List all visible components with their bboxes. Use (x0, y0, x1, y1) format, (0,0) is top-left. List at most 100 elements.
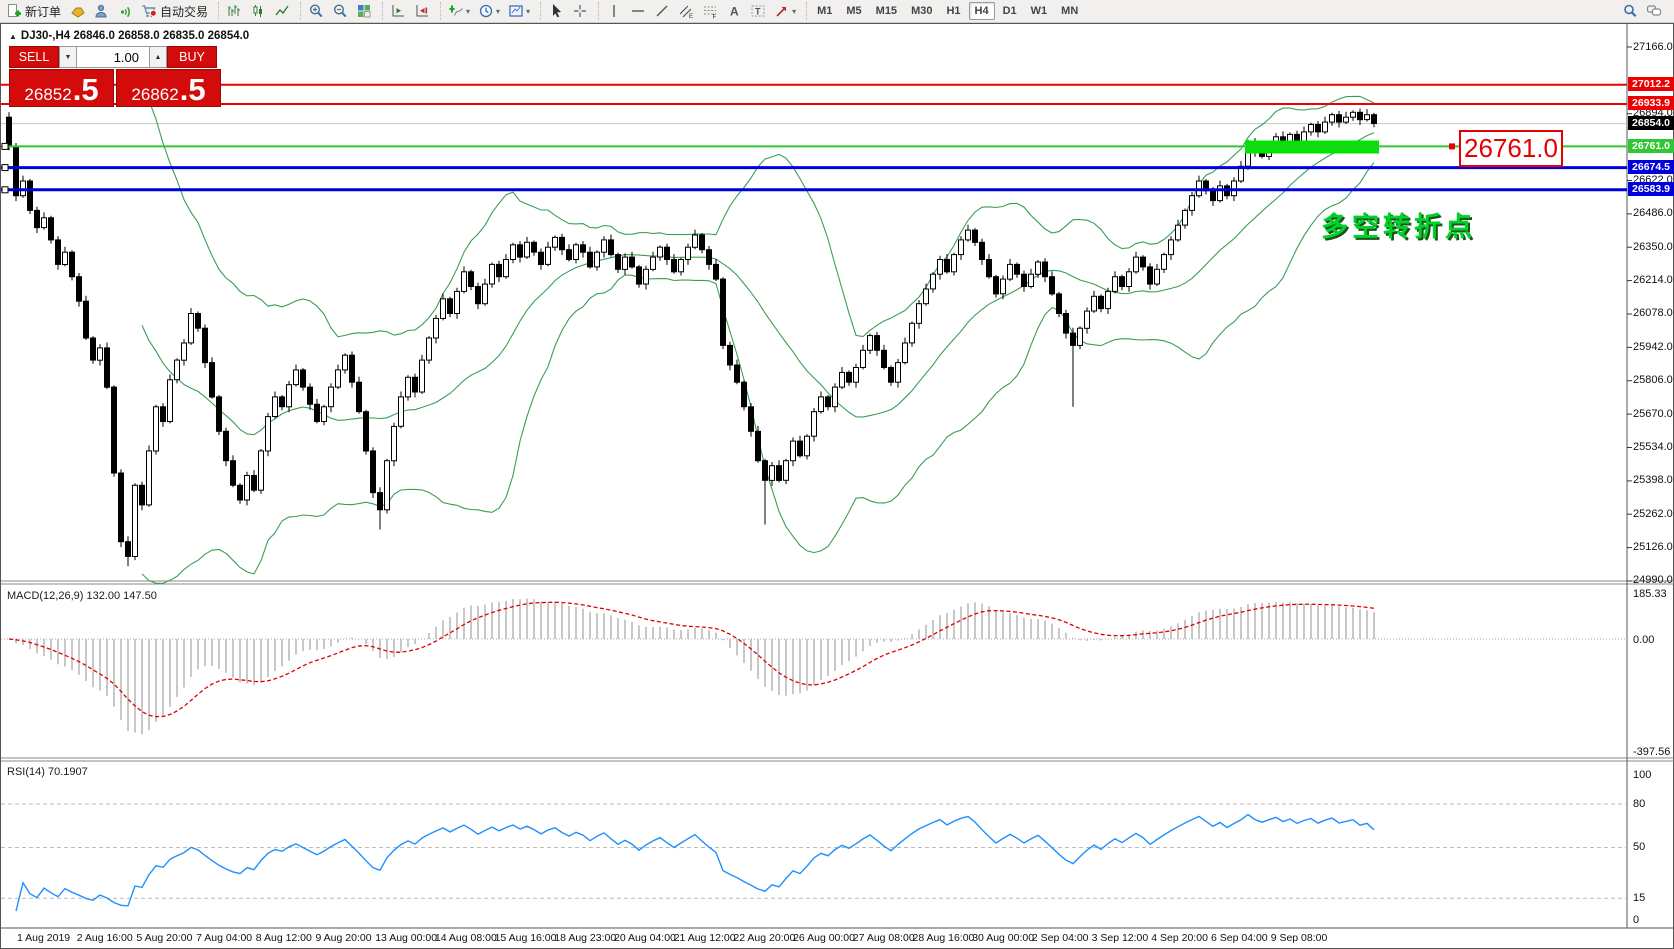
timeframe-m5-button[interactable]: M5 (840, 2, 867, 20)
timeframe-m1-button[interactable]: M1 (811, 2, 838, 20)
time-axis-label: 5 Aug 20:00 (136, 932, 192, 944)
text-label-icon: T (750, 3, 766, 19)
time-axis-label: 2 Aug 16:00 (77, 932, 133, 944)
price-axis-tick: 26486.0 (1633, 207, 1673, 219)
trendline-button[interactable] (650, 0, 674, 22)
buy-price-pip: .5 (180, 77, 206, 103)
price-tag-26674.5: 26674.5 (1628, 160, 1674, 174)
chart-shift-icon (414, 3, 430, 19)
chart-shift-button[interactable] (410, 0, 434, 22)
mt4-terminal: 新订单 自动交易 (0, 0, 1674, 949)
zoom-in-button[interactable] (304, 0, 328, 22)
fibonacci-icon: F (702, 3, 718, 19)
toolbar-separator (592, 2, 599, 20)
chat-icon (1646, 3, 1662, 19)
text-button[interactable]: A (722, 0, 746, 22)
timeframe-h1-button[interactable]: H1 (940, 2, 966, 20)
price-callout-box[interactable]: 26761.0 (1459, 130, 1563, 167)
autotrading-button[interactable]: 自动交易 (137, 0, 212, 22)
sell-price-pip: .5 (73, 77, 99, 103)
periods-button[interactable]: ▾ (474, 0, 504, 22)
line-chart-icon (274, 3, 290, 19)
volume-decrease-button[interactable]: ▼ (59, 46, 77, 68)
time-axis-label: 8 Aug 12:00 (256, 932, 312, 944)
chart-window: ▲ DJ30-,H4 26846.0 26858.0 26835.0 26854.… (0, 23, 1674, 949)
rsi-axis-label: 80 (1633, 798, 1645, 810)
person-icon (93, 3, 109, 19)
price-axis-tick: 25806.0 (1633, 374, 1673, 386)
candlestick-chart-button[interactable] (246, 0, 270, 22)
dropdown-caret: ▾ (466, 7, 470, 16)
chart-title-text: DJ30-,H4 26846.0 26858.0 26835.0 26854.0 (21, 30, 249, 42)
timeframe-d1-button[interactable]: D1 (997, 2, 1023, 20)
time-axis-label: 20 Aug 04:00 (614, 932, 676, 944)
horizontal-line-button[interactable] (626, 0, 650, 22)
rsi-value: 70.1907 (48, 766, 88, 778)
fibonacci-button[interactable]: F (698, 0, 722, 22)
mql5-button[interactable] (65, 0, 89, 22)
clock-icon (478, 3, 494, 19)
price-tag-26583.9: 26583.9 (1628, 182, 1674, 196)
crosshair-button[interactable] (568, 0, 592, 22)
zoom-out-button[interactable] (328, 0, 352, 22)
time-axis-label: 3 Sep 12:00 (1092, 932, 1149, 944)
timeframe-h4-button[interactable]: H4 (969, 2, 995, 20)
candlestick-chart-icon (250, 3, 266, 19)
cursor-button[interactable] (544, 0, 568, 22)
arrows-button[interactable]: ▾ (770, 0, 800, 22)
chart-canvas[interactable] (1, 24, 1674, 949)
macd-axis-label: -397.56 (1633, 746, 1670, 758)
annotation-text[interactable]: 多空转折点 (1321, 205, 1476, 244)
sell-button[interactable]: SELL (9, 46, 59, 68)
new-order-button[interactable]: 新订单 (2, 0, 65, 22)
timeframe-m30-button[interactable]: M30 (905, 2, 938, 20)
volume-input[interactable] (77, 46, 149, 68)
indicators-button[interactable]: ▾ (444, 0, 474, 22)
signal-icon (117, 3, 133, 19)
time-axis-label: 9 Aug 20:00 (316, 932, 372, 944)
macd-axis-label: 185.33 (1633, 588, 1667, 600)
signals-button[interactable] (113, 0, 137, 22)
price-tag-26933.9: 26933.9 (1628, 96, 1674, 110)
equidistant-channel-button[interactable]: E (674, 0, 698, 22)
bar-chart-icon (226, 3, 242, 19)
toolbar-separator (534, 2, 541, 20)
toolbar-separator (376, 2, 383, 20)
zoom-out-icon (332, 3, 348, 19)
price-tag-26761.0: 26761.0 (1628, 139, 1674, 153)
buy-price-box[interactable]: 26862 .5 (116, 69, 221, 107)
search-button[interactable] (1618, 0, 1642, 22)
vertical-line-button[interactable] (602, 0, 626, 22)
text-label-button[interactable]: T (746, 0, 770, 22)
community-button[interactable] (89, 0, 113, 22)
timeframe-w1-button[interactable]: W1 (1025, 2, 1054, 20)
line-chart-button[interactable] (270, 0, 294, 22)
time-axis-label: 6 Sep 04:00 (1211, 932, 1268, 944)
timeframe-mn-button[interactable]: MN (1055, 2, 1084, 20)
price-axis-tick: 25942.0 (1633, 341, 1673, 353)
toolbar: 新订单 自动交易 (0, 0, 1674, 23)
macd-axis-label: 0.00 (1633, 634, 1654, 646)
buy-button[interactable]: BUY (167, 46, 217, 68)
timeframe-m15-button[interactable]: M15 (870, 2, 903, 20)
auto-scroll-button[interactable] (386, 0, 410, 22)
price-axis-tick: 25398.0 (1633, 474, 1673, 486)
price-axis-tick: 26078.0 (1633, 307, 1673, 319)
rsi-axis-label: 0 (1633, 914, 1639, 926)
chat-button[interactable] (1642, 0, 1666, 22)
price-axis-tick: 24990.0 (1633, 574, 1673, 586)
time-axis-label: 26 Aug 00:00 (793, 932, 855, 944)
tile-windows-button[interactable] (352, 0, 376, 22)
sell-price-box[interactable]: 26852 .5 (9, 69, 114, 107)
templates-button[interactable]: ▾ (504, 0, 534, 22)
time-axis-label: 2 Sep 04:00 (1032, 932, 1089, 944)
volume-increase-button[interactable]: ▲ (149, 46, 167, 68)
timeframe-group: M1M5M15M30H1H4D1W1MN (810, 2, 1085, 20)
horizontal-line-icon (630, 3, 646, 19)
price-axis-tick: 25534.0 (1633, 441, 1673, 453)
collapse-arrow-icon[interactable]: ▲ (9, 32, 17, 41)
price-axis-tick: 26214.0 (1633, 274, 1673, 286)
price-axis-tick: 25262.0 (1633, 508, 1673, 520)
zoom-in-icon (308, 3, 324, 19)
bar-chart-button[interactable] (222, 0, 246, 22)
